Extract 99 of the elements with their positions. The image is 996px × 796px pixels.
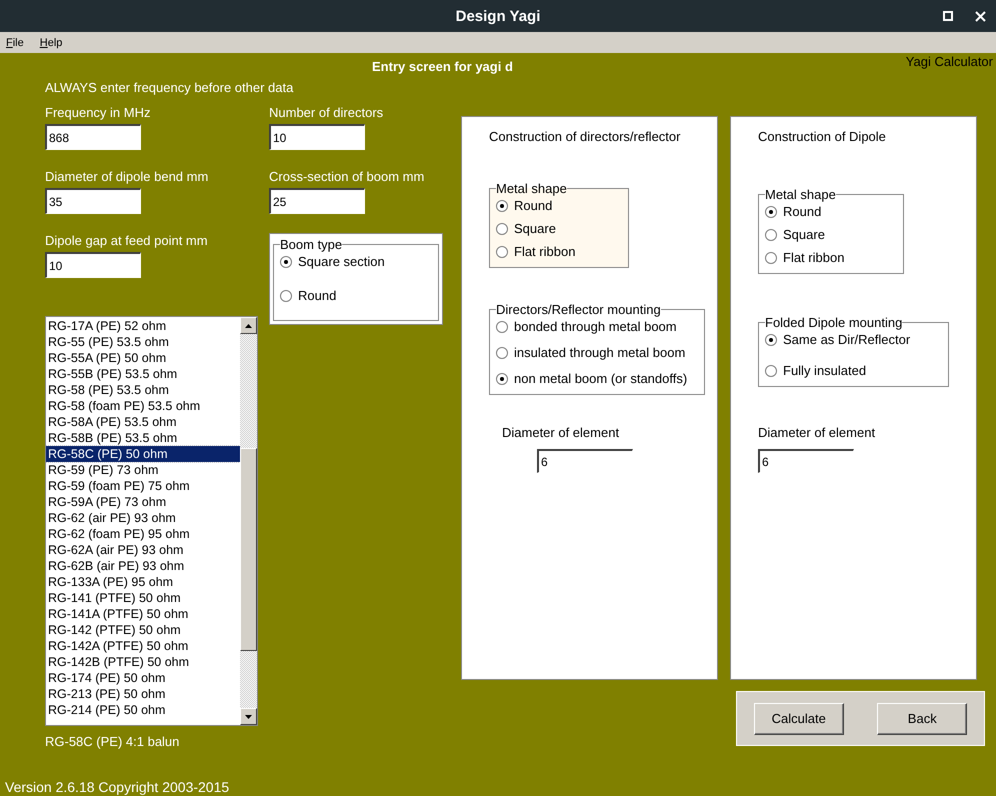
up-arrow-icon[interactable]	[245, 324, 252, 328]
list-item[interactable]: RG-141 (PTFE) 50 ohm	[46, 590, 240, 606]
list-item[interactable]: RG-55B (PE) 53.5 ohm	[46, 366, 240, 382]
radio-button[interactable]	[496, 222, 508, 234]
list-item[interactable]: RG-58C (PE) 50 ohm	[46, 446, 240, 462]
list-item[interactable]: RG-55A (PE) 50 ohm	[46, 350, 240, 366]
field-label: Cross-section of boom mm	[269, 169, 426, 185]
radio-option[interactable]: insulated through metal boom	[496, 345, 698, 360]
list-item[interactable]: RG-58 (PE) 53.5 ohm	[46, 382, 240, 398]
radio-option[interactable]: Round	[496, 198, 622, 213]
panel-title: Construction of directors/reflector	[489, 129, 682, 144]
field-label: Diameter of element	[502, 425, 620, 440]
list-item[interactable]: RG-62A (air PE) 93 ohm	[46, 542, 240, 558]
group-legend: Folded Dipole mounting	[765, 315, 902, 330]
field-label: Dipole gap at feed point mm	[45, 233, 209, 249]
list-item[interactable]: RG-59 (foam PE) 75 ohm	[46, 478, 240, 494]
radio-button[interactable]	[765, 364, 777, 376]
cable-summary: RG-58C (PE) 4:1 balun	[45, 734, 180, 749]
radio-button[interactable]	[280, 290, 292, 302]
maximize-icon[interactable]	[943, 11, 953, 21]
radio-button[interactable]	[765, 206, 777, 218]
list-item[interactable]: RG-141A (PTFE) 50 ohm	[46, 606, 240, 622]
group-legend: Boom type	[280, 237, 342, 252]
input-field[interactable]: 6	[537, 449, 633, 473]
radio-label: Fully insulated	[783, 363, 866, 378]
input-field[interactable]: 25	[269, 188, 365, 214]
input-field[interactable]: 868	[45, 124, 141, 150]
list-item[interactable]: RG-58 (foam PE) 53.5 ohm	[46, 398, 240, 414]
input-field[interactable]: 6	[758, 449, 854, 473]
close-icon[interactable]	[975, 10, 986, 22]
version-text: Version 2.6.18 Copyright 2003-2015	[5, 779, 230, 795]
list-item[interactable]: RG-59 (PE) 73 ohm	[46, 462, 240, 478]
group-legend: Metal shape	[765, 187, 836, 202]
radio-option[interactable]: bonded through metal boom	[496, 319, 698, 334]
radio-option[interactable]: Square	[765, 227, 897, 242]
field-label: Diameter of dipole bend mm	[45, 169, 210, 185]
field-label: Number of directors	[269, 105, 384, 121]
screen-title: Entry screen for yagi d	[372, 59, 513, 75]
radio-label: bonded through metal boom	[514, 319, 677, 334]
radio-button[interactable]	[496, 246, 508, 258]
radio-label: Round	[783, 204, 822, 219]
radio-button[interactable]	[496, 320, 508, 332]
input-field[interactable]: 35	[45, 188, 141, 214]
field-label: Diameter of element	[758, 425, 876, 440]
radio-option[interactable]: Square section	[280, 254, 432, 269]
instruction-text: ALWAYS enter frequency before other data	[45, 80, 294, 97]
cable-list[interactable]	[45, 316, 258, 726]
radio-button[interactable]	[496, 346, 508, 358]
app-name: Yagi Calculator	[906, 54, 993, 69]
radio-label: Square section	[298, 254, 385, 269]
list-item[interactable]: RG-214 (PE) 50 ohm	[46, 702, 240, 718]
group-legend: Directors/Reflector mounting	[496, 302, 661, 317]
field-label: Frequency in MHz	[45, 105, 152, 121]
list-item[interactable]: RG-62 (foam PE) 95 ohm	[46, 526, 240, 542]
list-item[interactable]: RG-133A (PE) 95 ohm	[46, 574, 240, 590]
radio-option[interactable]: Flat ribbon	[496, 244, 622, 259]
list-item[interactable]: RG-174 (PE) 50 ohm	[46, 670, 240, 686]
radio-label: Square	[514, 221, 556, 236]
list-item[interactable]: RG-142A (PTFE) 50 ohm	[46, 638, 240, 654]
scroll-bar[interactable]	[240, 317, 257, 725]
list-item[interactable]: RG-62B (air PE) 93 ohm	[46, 558, 240, 574]
radio-label: Round	[298, 288, 336, 303]
list-item[interactable]: RG-58A (PE) 53.5 ohm	[46, 414, 240, 430]
radio-option[interactable]: Round	[280, 288, 432, 303]
radio-button[interactable]	[496, 372, 508, 384]
radio-label: Flat ribbon	[514, 244, 576, 259]
menu-item[interactable]: File	[6, 36, 24, 48]
list-item[interactable]: RG-62 (air PE) 93 ohm	[46, 510, 240, 526]
action-button[interactable]: Calculate	[754, 702, 844, 734]
menu-item[interactable]: Help	[40, 36, 62, 48]
radio-option[interactable]: Same as Dir/Reflector	[765, 332, 942, 347]
group-legend: Metal shape	[496, 181, 567, 196]
window-title: Design Yagi	[456, 8, 540, 24]
radio-button[interactable]	[765, 252, 777, 264]
radio-option[interactable]: Round	[765, 204, 897, 219]
radio-label: Round	[514, 198, 552, 213]
list-item[interactable]: RG-58B (PE) 53.5 ohm	[46, 430, 240, 446]
radio-option[interactable]: Flat ribbon	[765, 250, 897, 265]
radio-label: Flat ribbon	[783, 250, 844, 265]
list-item[interactable]: RG-142 (PTFE) 50 ohm	[46, 622, 240, 638]
list-item[interactable]: RG-142B (PTFE) 50 ohm	[46, 654, 240, 670]
radio-button[interactable]	[280, 256, 292, 268]
list-item[interactable]: RG-55 (PE) 53.5 ohm	[46, 334, 240, 350]
down-arrow-icon[interactable]	[245, 714, 252, 718]
radio-button[interactable]	[765, 334, 777, 346]
list-item[interactable]: RG-213 (PE) 50 ohm	[46, 686, 240, 702]
list-item[interactable]: RG-17A (PE) 52 ohm	[46, 318, 240, 334]
input-field[interactable]: 10	[269, 124, 365, 150]
input-field[interactable]: 10	[45, 252, 141, 278]
radio-button[interactable]	[496, 200, 508, 212]
radio-label: Same as Dir/Reflector	[783, 332, 910, 347]
radio-button[interactable]	[765, 228, 777, 240]
radio-label: insulated through metal boom	[514, 345, 686, 360]
radio-option[interactable]: Fully insulated	[765, 363, 942, 378]
panel-title: Construction of Dipole	[758, 129, 887, 144]
list-item[interactable]: RG-59A (PE) 73 ohm	[46, 494, 240, 510]
radio-label: Square	[783, 227, 825, 242]
action-button[interactable]: Back	[877, 702, 968, 734]
radio-option[interactable]: Square	[496, 221, 622, 236]
